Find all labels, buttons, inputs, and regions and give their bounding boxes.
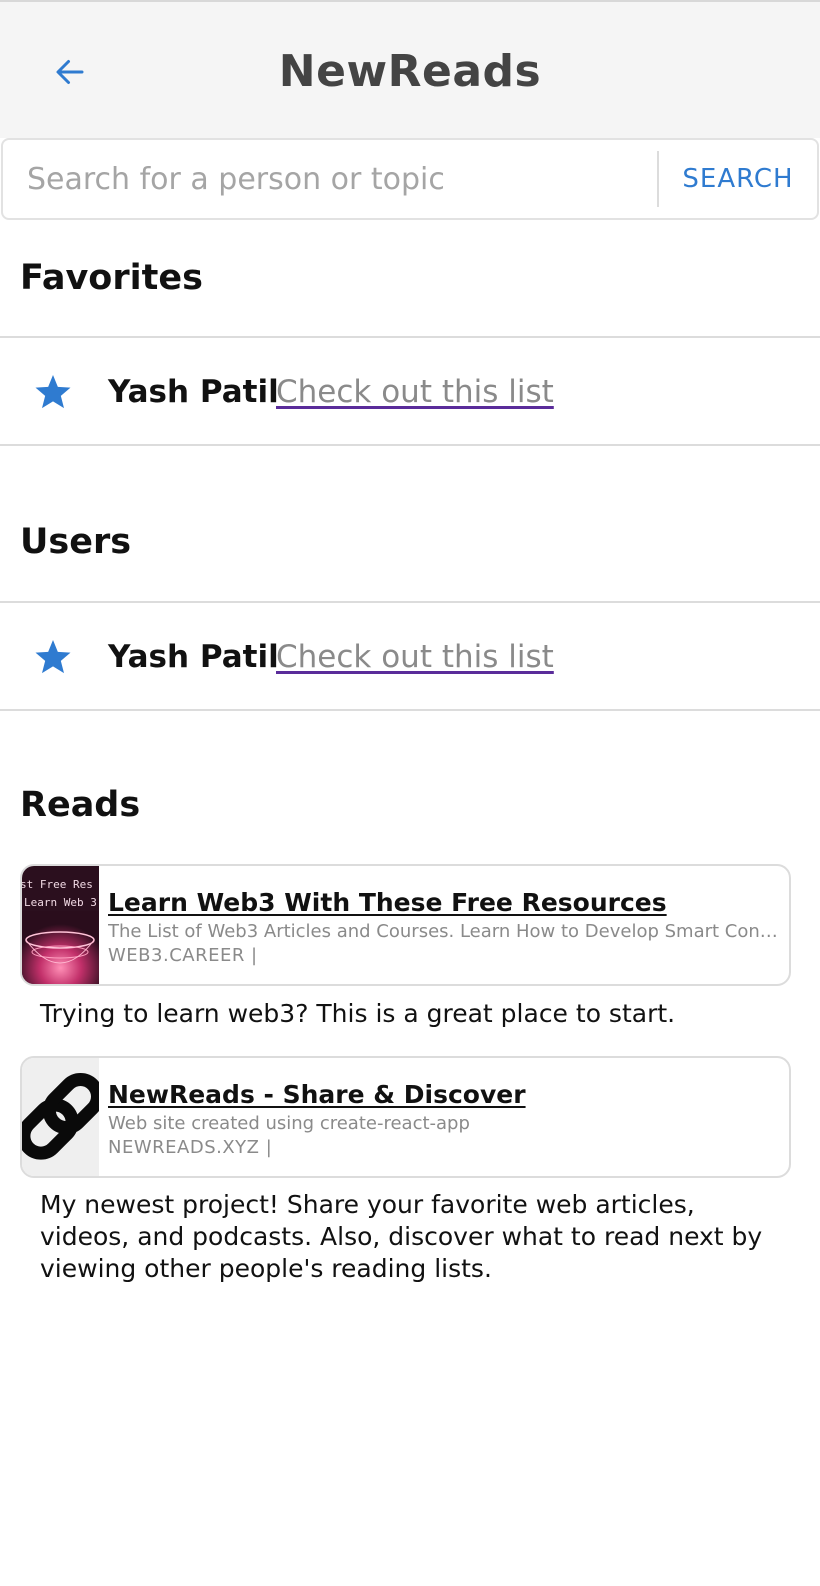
thumb-text: Learn Web 3 bbox=[24, 896, 97, 909]
read-domain: WEB3.CAREER | bbox=[108, 945, 258, 966]
read-card-web3[interactable]: st Free Res Learn Web 3 Learn Web3 With … bbox=[20, 864, 791, 986]
read-title[interactable]: Learn Web3 With These Free Resources bbox=[108, 888, 778, 917]
chain-link-icon bbox=[22, 1058, 99, 1176]
read-note: My newest project! Share your favorite w… bbox=[40, 1190, 763, 1283]
read-card-newreads[interactable]: NewReads - Share & Discover Web site cre… bbox=[20, 1056, 791, 1178]
thumb-text: st Free Res bbox=[22, 878, 93, 891]
divider bbox=[0, 444, 820, 446]
users-heading: Users bbox=[20, 522, 132, 562]
search-button[interactable]: SEARCH bbox=[659, 140, 817, 218]
read-thumbnail: st Free Res Learn Web 3 bbox=[22, 866, 99, 984]
read-thumbnail bbox=[22, 1058, 99, 1176]
star-icon[interactable] bbox=[32, 637, 74, 677]
check-list-link[interactable]: Check out this list bbox=[276, 374, 554, 410]
app-title: NewReads bbox=[278, 46, 542, 97]
web3-thumbnail-image: st Free Res Learn Web 3 bbox=[22, 866, 99, 984]
divider bbox=[0, 709, 820, 711]
check-list-link[interactable]: Check out this list bbox=[276, 639, 554, 675]
search-input[interactable] bbox=[3, 140, 657, 218]
user-name: Yash Patil bbox=[108, 639, 279, 675]
read-note: Trying to learn web3? This is a great pl… bbox=[40, 999, 676, 1028]
read-description: The List of Web3 Articles and Courses. L… bbox=[108, 921, 778, 942]
read-domain: NEWREADS.XYZ | bbox=[108, 1137, 273, 1158]
star-icon[interactable] bbox=[32, 372, 74, 412]
search-bar: SEARCH bbox=[1, 138, 819, 220]
favorite-user-row[interactable]: Yash Patil Check out this list bbox=[0, 338, 820, 444]
read-description: Web site created using create-react-app bbox=[108, 1113, 470, 1134]
reads-heading: Reads bbox=[20, 785, 141, 825]
user-row[interactable]: Yash Patil Check out this list bbox=[0, 603, 820, 709]
read-title[interactable]: NewReads - Share & Discover bbox=[108, 1080, 778, 1109]
favorites-heading: Favorites bbox=[20, 258, 203, 298]
user-name: Yash Patil bbox=[108, 374, 279, 410]
app-header: NewReads bbox=[0, 0, 820, 138]
